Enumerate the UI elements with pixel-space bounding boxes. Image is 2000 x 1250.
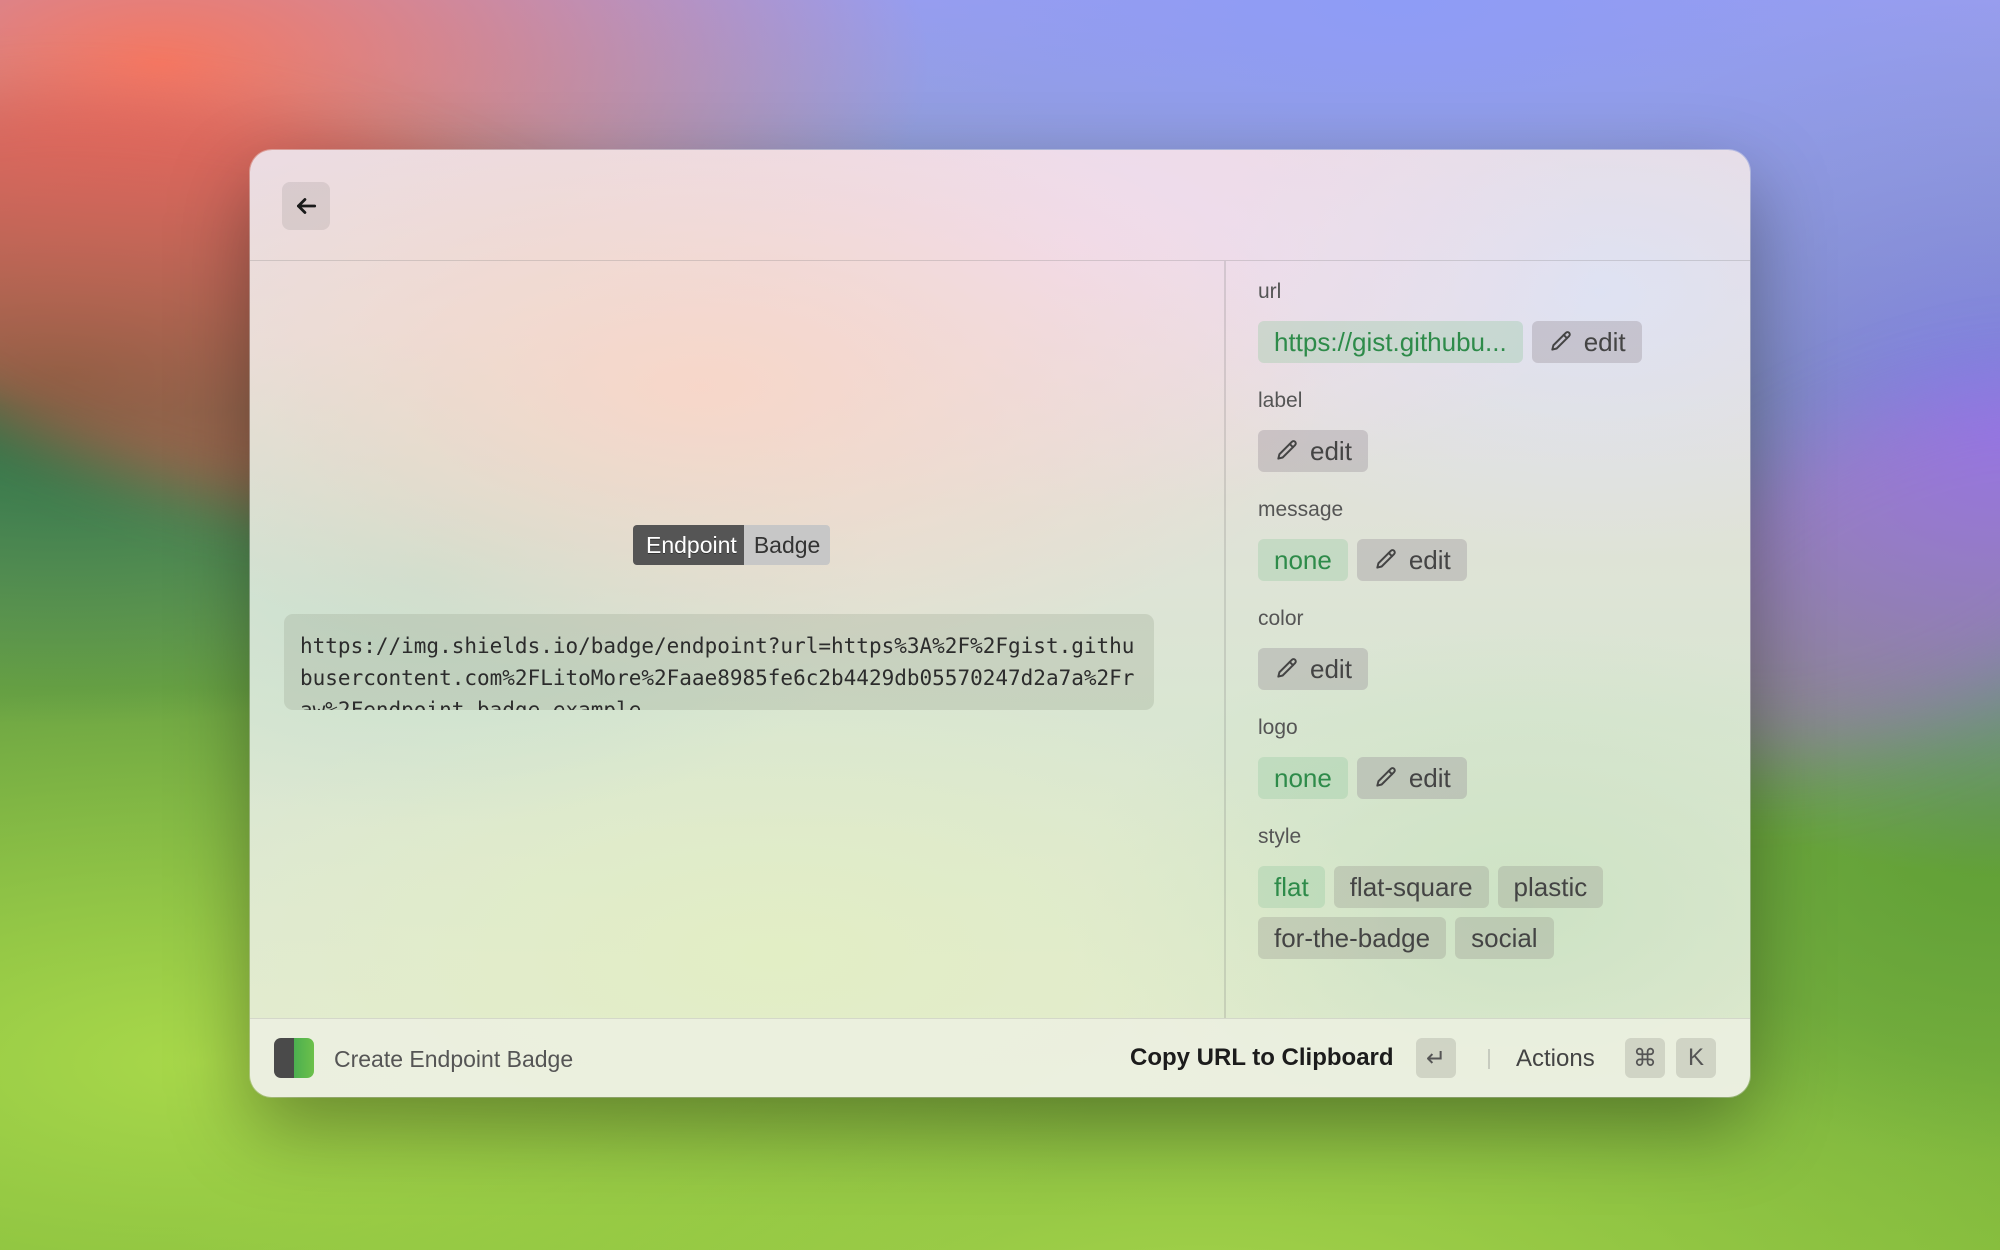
actions-button[interactable]: Actions [1516, 1045, 1595, 1073]
field-label: color [1258, 607, 1304, 630]
command-title: Create Endpoint Badge [334, 1046, 574, 1072]
action-bar: Create Endpoint Badge Copy URL to Clipbo… [250, 1018, 1750, 1097]
raycast-window: Endpoint Badge https://img.shields.io/ba… [250, 150, 1750, 1097]
field-label: url [1258, 280, 1282, 303]
logo-value-chip[interactable]: none [1258, 757, 1348, 799]
style-option-for-the-badge[interactable]: for-the-badge [1258, 917, 1447, 959]
pencil-icon [1376, 549, 1396, 569]
edit-label: edit [1583, 326, 1626, 357]
field-label: logo [1258, 716, 1298, 739]
edit-label: edit [1310, 653, 1352, 684]
copy-url-button[interactable]: Copy URL to Clipboard [1130, 1044, 1394, 1072]
badge-message: Badge [743, 525, 831, 565]
field-label: style [1258, 825, 1302, 848]
url-edit-button[interactable]: edit [1531, 321, 1642, 363]
arrow-left-icon [297, 198, 317, 214]
field-label: label edit [1258, 389, 1730, 472]
field-label: message [1258, 498, 1344, 521]
field-message: message none edit [1258, 498, 1730, 581]
extension-icon [274, 1038, 314, 1078]
enter-key-icon[interactable]: ↵ [1416, 1038, 1456, 1078]
message-value-chip[interactable]: none [1258, 539, 1348, 581]
field-logo: logo none edit [1258, 716, 1730, 799]
edit-label: edit [1408, 762, 1451, 793]
badge-url-code: https://img.shields.io/badge/endpoint?ur… [284, 614, 1154, 710]
badge-options-form: url https://gist.githubu... edit label e… [1258, 280, 1730, 1018]
edit-label: edit [1310, 435, 1352, 466]
k-key[interactable]: K [1676, 1038, 1716, 1078]
message-edit-button[interactable]: edit [1356, 539, 1467, 581]
style-option-flat[interactable]: flat [1258, 866, 1325, 908]
pencil-icon [1277, 440, 1297, 460]
label-edit-button[interactable]: edit [1258, 430, 1368, 472]
command-key-icon[interactable]: ⌘ [1625, 1038, 1665, 1078]
badge-preview: Endpoint Badge [633, 525, 831, 565]
style-option-flat-square[interactable]: flat-square [1333, 866, 1489, 908]
logo-edit-button[interactable]: edit [1356, 757, 1467, 799]
style-option-social[interactable]: social [1455, 917, 1554, 959]
pencil-icon [1376, 767, 1396, 787]
url-value-chip[interactable]: https://gist.githubu... [1258, 321, 1523, 363]
color-edit-button[interactable]: edit [1258, 648, 1368, 690]
field-style: style flat flat-square plastic for-the-b… [1258, 825, 1730, 959]
field-label: label [1258, 389, 1303, 412]
pane-divider [1224, 261, 1226, 1018]
field-color: color edit [1258, 607, 1730, 690]
pencil-icon [1277, 658, 1297, 678]
pencil-icon [1551, 331, 1571, 351]
edit-label: edit [1408, 544, 1451, 575]
footer-separator [1488, 1049, 1490, 1069]
style-option-plastic[interactable]: plastic [1497, 866, 1604, 908]
window-header [250, 150, 1750, 261]
badge-label: Endpoint [633, 525, 744, 565]
field-url: url https://gist.githubu... edit [1258, 280, 1730, 363]
back-button[interactable] [282, 182, 330, 230]
